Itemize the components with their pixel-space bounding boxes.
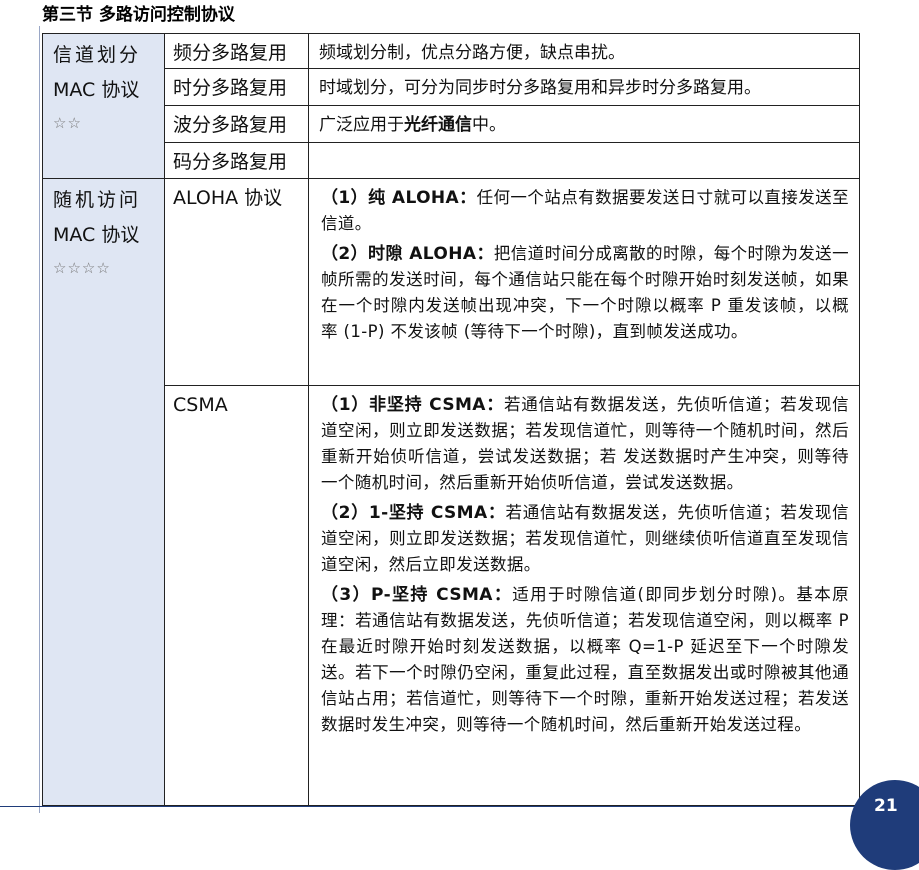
category-subtitle: MAC 协议 <box>53 224 140 246</box>
table-row: CSMA （1）非坚持 CSMA：若通信站有数据发送，先侦听信道；若发现信道空闲… <box>43 385 860 806</box>
protocol-desc-cell: （1）非坚持 CSMA：若通信站有数据发送，先侦听信道；若发现信道空闲，则立即发… <box>308 385 860 806</box>
page-number-badge: 21 <box>850 780 919 870</box>
csma-1-persistent-paragraph: （2）1-坚持 CSMA：若通信站有数据发送，先侦听信道；若发现信道空闲，则立即… <box>321 503 849 574</box>
protocol-name-cell: CSMA <box>164 385 309 806</box>
category-cell-channel-partition: 信道划分 MAC 协议 ☆☆ <box>42 33 165 179</box>
protocol-desc-cell: 频域划分制，优点分路方便，缺点串扰。 <box>308 33 860 69</box>
aloha-slotted-paragraph: （2）时隙 ALOHA：把信道时间分成离散的时隙，每个时隙为发送一帧所需的发送时… <box>321 244 849 341</box>
csma-p-persistent-paragraph: （3）P-坚持 CSMA：适用于时隙信道(即同步划分时隙)。基本原理：若通信站有… <box>321 585 850 734</box>
table-row: 随机访问 MAC 协议 ☆☆☆☆ ALOHA 协议 （1）纯 ALOHA：任何一… <box>42 178 860 806</box>
category-subtitle: MAC 协议 <box>53 79 140 101</box>
protocol-name-cell: 码分多路复用 <box>164 142 309 179</box>
left-margin-rule <box>39 26 40 813</box>
category-cell-random-access: 随机访问 MAC 协议 ☆☆☆☆ <box>42 178 165 806</box>
category-title: 信道划分 <box>53 44 142 66</box>
section-heading: 第三节 多路访问控制协议 <box>42 5 235 25</box>
protocol-name-cell: 频分多路复用 <box>164 33 309 69</box>
category-title: 随机访问 <box>53 189 142 211</box>
protocol-desc-cell <box>308 142 860 179</box>
table-row: 码分多路复用 <box>43 142 860 179</box>
protocol-desc-cell: 时域划分，可分为同步时分多路复用和异步时分多路复用。 <box>308 68 860 106</box>
importance-stars: ☆☆ <box>53 114 82 132</box>
protocol-name-cell: 时分多路复用 <box>164 68 309 106</box>
protocol-desc-cell: （1）纯 ALOHA：任何一个站点有数据要发送日寸就可以直接发送至信道。 （2）… <box>308 178 860 386</box>
footer-rule <box>0 806 919 807</box>
protocol-name-cell: ALOHA 协议 <box>164 178 309 386</box>
table-row: 信道划分 MAC 协议 ☆☆ 频分多路复用 频域划分制，优点分路方便，缺点串扰。 <box>42 33 860 179</box>
importance-stars: ☆☆☆☆ <box>53 259 111 277</box>
protocol-desc-cell: 广泛应用于光纤通信中。 <box>308 105 860 143</box>
bold-term: 光纤通信 <box>404 115 472 135</box>
table-row: 波分多路复用 广泛应用于光纤通信中。 <box>43 105 860 143</box>
page-number: 21 <box>874 796 898 816</box>
csma-nonpersistent-paragraph: （1）非坚持 CSMA：若通信站有数据发送，先侦听信道；若发现信道空闲，则立即发… <box>321 395 850 492</box>
table-row: 时分多路复用 时域划分，可分为同步时分多路复用和异步时分多路复用。 <box>43 68 860 106</box>
protocol-name-cell: 波分多路复用 <box>164 105 309 143</box>
aloha-pure-paragraph: （1）纯 ALOHA：任何一个站点有数据要发送日寸就可以直接发送至信道。 <box>321 188 849 233</box>
protocol-table: 信道划分 MAC 协议 ☆☆ 频分多路复用 频域划分制，优点分路方便，缺点串扰。… <box>42 33 860 806</box>
